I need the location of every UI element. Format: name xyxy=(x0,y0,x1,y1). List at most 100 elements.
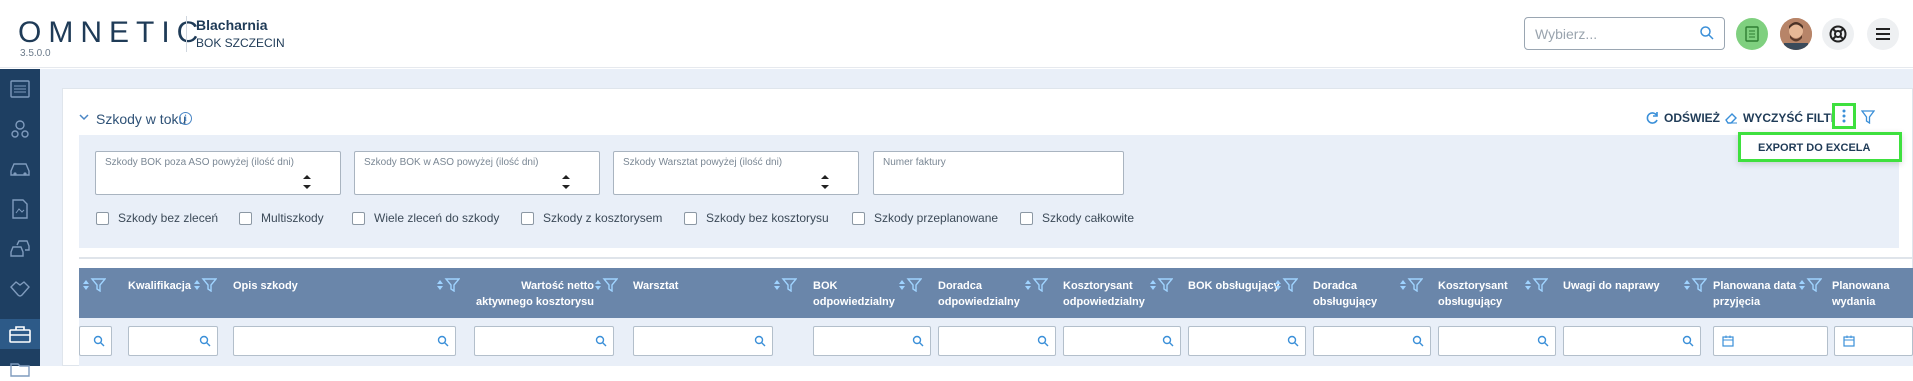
column-header[interactable]: Doradca odpowiedzialny xyxy=(938,278,1020,310)
chevron-down-icon[interactable] xyxy=(79,113,89,121)
column-header-line: aktywnego kosztorysu xyxy=(476,296,594,308)
column-filter-input[interactable] xyxy=(938,326,1056,356)
column-date-filter-input[interactable] xyxy=(1834,326,1913,356)
checkbox-box[interactable] xyxy=(96,211,109,225)
column-header[interactable]: Planowana wydania xyxy=(1832,278,1889,310)
info-icon[interactable]: i xyxy=(179,112,192,125)
calendar-icon xyxy=(1843,335,1855,347)
column-filter-input[interactable] xyxy=(1313,326,1431,356)
column-filter-input[interactable] xyxy=(233,326,456,356)
filter-icon[interactable] xyxy=(1861,110,1875,124)
clear-filters-button[interactable]: WYCZYŚĆ FILTRY xyxy=(1724,111,1847,125)
column-filter-input[interactable] xyxy=(1563,326,1701,356)
column-sort-filter-icon[interactable] xyxy=(82,278,107,297)
search-icon[interactable] xyxy=(1699,25,1715,41)
column-filter-input[interactable] xyxy=(813,326,931,356)
users-icon[interactable] xyxy=(8,117,32,141)
checkbox-no-orders[interactable]: Szkody bez zleceń xyxy=(96,211,218,225)
column-sort-filter-icon[interactable] xyxy=(1024,278,1049,297)
stepper-icon[interactable] xyxy=(561,172,571,192)
checkbox-box[interactable] xyxy=(352,211,365,225)
column-sort-filter-icon[interactable] xyxy=(1524,278,1549,297)
bok-in-aso-field[interactable]: Szkody BOK w ASO powyżej (ilość dni) xyxy=(354,151,600,195)
column-header[interactable]: Kosztorysant odpowiedzialny xyxy=(1063,278,1145,310)
column-header-line: Doradca xyxy=(938,280,983,292)
checkbox-without-estimate[interactable]: Szkody bez kosztorysu xyxy=(684,211,829,225)
search-icon xyxy=(437,335,449,347)
stepper-icon[interactable] xyxy=(820,172,830,192)
column-sort-filter-icon[interactable] xyxy=(1274,278,1299,297)
column-sort-filter-icon[interactable] xyxy=(1399,278,1424,297)
refresh-icon xyxy=(1646,112,1658,124)
column-sort-filter-icon[interactable] xyxy=(193,278,218,297)
divider xyxy=(79,257,1913,259)
column-filter-input[interactable] xyxy=(1438,326,1556,356)
app-logo[interactable]: OMNETIC xyxy=(18,16,205,50)
column-header[interactable]: Planowana data przyjęcia xyxy=(1713,278,1796,310)
folder-icon[interactable] xyxy=(8,357,32,381)
checkbox-box[interactable] xyxy=(1020,211,1033,225)
column-sort-filter-icon[interactable] xyxy=(773,278,798,297)
export-excel-menu-item[interactable]: EXPORT DO EXCELA xyxy=(1738,132,1902,162)
checkbox-multi[interactable]: Multiszkody xyxy=(239,211,324,225)
column-header-line: Kosztorysant xyxy=(1438,280,1508,292)
checkbox-box[interactable] xyxy=(852,211,865,225)
list-icon[interactable] xyxy=(8,77,32,101)
column-filter-input[interactable] xyxy=(128,326,218,356)
search-input[interactable] xyxy=(1524,17,1725,50)
refresh-label: ODŚWIEŻ xyxy=(1664,111,1720,125)
column-sort-filter-icon[interactable] xyxy=(594,278,619,297)
refresh-button[interactable]: ODŚWIEŻ xyxy=(1645,111,1720,125)
avatar[interactable] xyxy=(1780,18,1812,50)
hamburger-icon xyxy=(1876,28,1890,40)
org-name: Blacharnia xyxy=(196,17,268,33)
document-icon[interactable] xyxy=(8,197,32,221)
column-header-line: Uwagi do naprawy xyxy=(1563,280,1660,292)
checkbox-box[interactable] xyxy=(684,211,697,225)
checkbox-box[interactable] xyxy=(239,211,252,225)
column-sort-filter-icon[interactable] xyxy=(1798,278,1823,297)
help-button[interactable] xyxy=(1822,18,1854,50)
checkbox-with-estimate[interactable]: Szkody z kosztorysem xyxy=(521,211,662,225)
column-sort-filter-icon[interactable] xyxy=(1149,278,1174,297)
column-header[interactable]: Warsztat xyxy=(633,278,678,294)
column-filter-input[interactable] xyxy=(1063,326,1181,356)
briefcase-icon[interactable] xyxy=(0,319,40,349)
handshake-icon[interactable] xyxy=(8,277,32,301)
invoice-number-field[interactable]: Numer faktury xyxy=(873,151,1124,195)
car-icon[interactable] xyxy=(8,157,32,181)
notes-button[interactable] xyxy=(1736,18,1768,50)
column-header-line: BOK obsługujący xyxy=(1188,280,1280,292)
checkbox-rescheduled[interactable]: Szkody przeplanowane xyxy=(852,211,998,225)
stepper-icon[interactable] xyxy=(302,172,312,192)
column-header[interactable]: Opis szkody xyxy=(233,278,298,294)
column-header[interactable]: Uwagi do naprawy xyxy=(1563,278,1660,294)
checkbox-total-loss[interactable]: Szkody całkowite xyxy=(1020,211,1134,225)
column-filter-input[interactable] xyxy=(474,326,614,356)
workshop-days-field[interactable]: Szkody Warsztat powyżej (ilość dni) xyxy=(613,151,859,195)
main-menu-button[interactable] xyxy=(1867,18,1899,50)
column-header[interactable]: Wartość netto aktywnego kosztorysu xyxy=(470,278,594,310)
column-sort-filter-icon[interactable] xyxy=(1683,278,1708,297)
column-filter-input[interactable] xyxy=(1188,326,1306,356)
more-options-button[interactable] xyxy=(1832,103,1856,129)
column-filter-input[interactable] xyxy=(633,326,773,356)
cars-icon[interactable] xyxy=(8,237,32,261)
column-header[interactable]: Kosztorysant obsługujący xyxy=(1438,278,1508,310)
column-sort-filter-icon[interactable] xyxy=(436,278,461,297)
column-filter-input[interactable] xyxy=(79,326,112,356)
column-header[interactable]: BOK obsługujący xyxy=(1188,278,1280,294)
column-date-filter-input[interactable] xyxy=(1713,326,1828,356)
search-icon xyxy=(754,335,766,347)
column-header[interactable]: BOK odpowiedzialny xyxy=(813,278,895,310)
column-sort-filter-icon[interactable] xyxy=(898,278,923,297)
column-header-line: Planowana xyxy=(1832,280,1890,292)
bok-outside-aso-field[interactable]: Szkody BOK poza ASO powyżej (ilość dni) xyxy=(95,151,341,195)
column-header-line: odpowiedzialny xyxy=(1063,296,1145,308)
checkbox-box[interactable] xyxy=(521,211,534,225)
eraser-icon xyxy=(1725,113,1737,124)
column-header[interactable]: Kwalifikacja xyxy=(128,278,191,294)
checkbox-label: Szkody bez kosztorysu xyxy=(706,211,829,225)
column-header[interactable]: Doradca obsługujący xyxy=(1313,278,1377,310)
checkbox-many-orders[interactable]: Wiele zleceń do szkody xyxy=(352,211,499,225)
